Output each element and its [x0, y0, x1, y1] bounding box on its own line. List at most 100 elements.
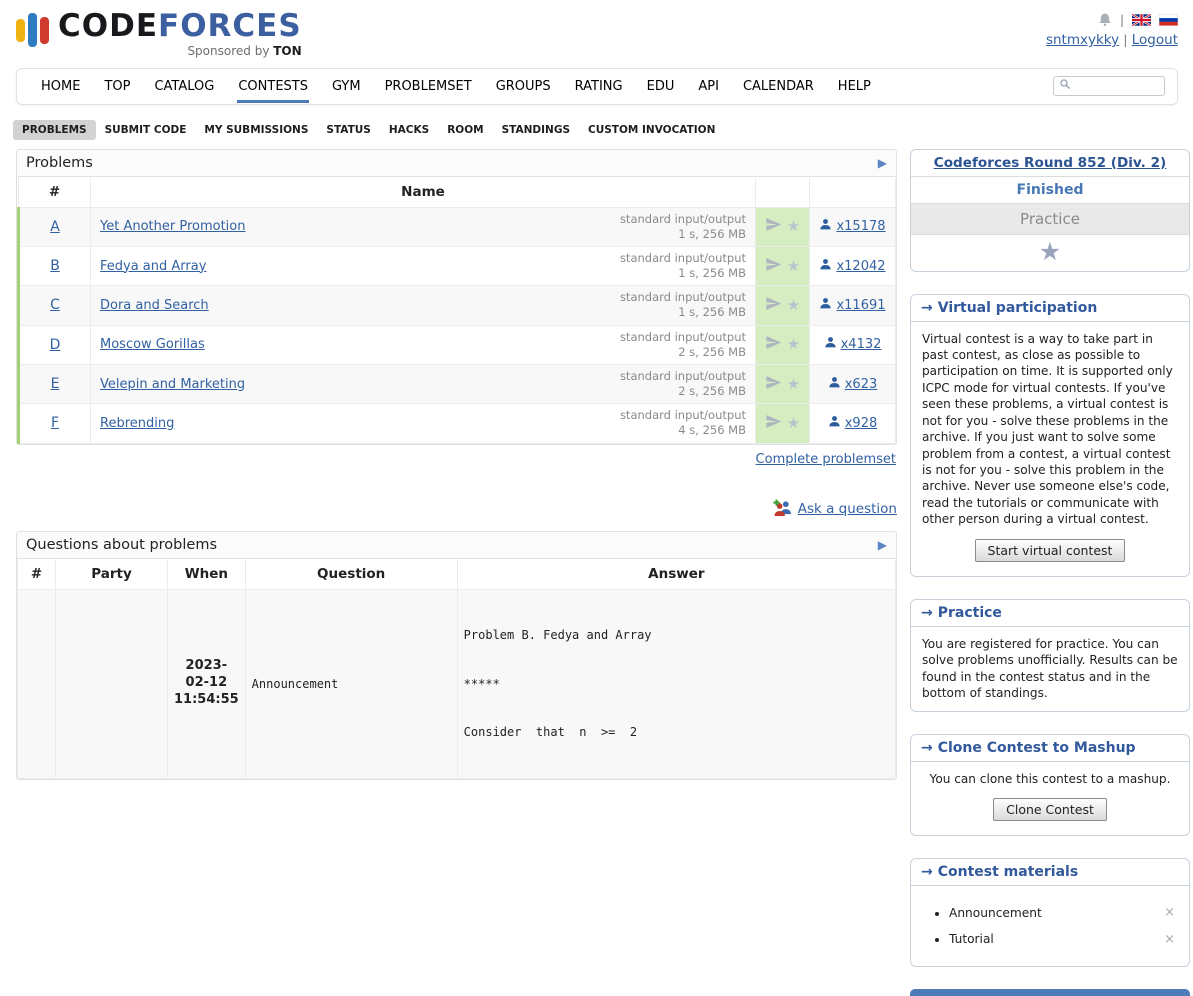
problem-name-link[interactable]: Rebrending	[100, 416, 174, 431]
nav-item-calendar[interactable]: CALENDAR	[731, 70, 826, 103]
contest-info-box: Codeforces Round 852 (Div. 2) Finished P…	[910, 149, 1190, 272]
start-virtual-contest-button[interactable]: Start virtual contest	[975, 539, 1126, 562]
notification-bell-icon[interactable]	[1098, 12, 1112, 27]
paper-plane-icon[interactable]	[765, 295, 782, 316]
solved-count-link[interactable]: x15178	[819, 218, 885, 235]
favorite-star-icon[interactable]: ★	[787, 298, 800, 313]
solved-count-link[interactable]: x928	[828, 415, 878, 432]
subnav-item-room[interactable]: ROOM	[438, 120, 492, 140]
logo-text: CODEFORCES Sponsored by TON	[58, 10, 302, 58]
paper-plane-icon[interactable]	[765, 334, 782, 355]
person-icon	[819, 297, 832, 314]
clone-button-row: Clone Contest	[922, 798, 1178, 821]
arrow-right-icon: →	[921, 864, 933, 880]
header-separator: |	[1120, 13, 1124, 27]
io-type-label: standard input/output	[620, 369, 746, 384]
person-icon	[824, 336, 837, 353]
solved-count-link[interactable]: x12042	[819, 258, 885, 275]
contest-status-label: Finished	[911, 176, 1189, 203]
nav-item-gym[interactable]: GYM	[320, 70, 373, 103]
limits-label: 1 s, 256 MB	[620, 305, 746, 320]
nav-item-top[interactable]: TOP	[92, 70, 142, 103]
next-section-peek-bar	[910, 989, 1190, 996]
expand-arrow-icon[interactable]: ▶	[878, 156, 887, 170]
solved-count-text: x928	[845, 416, 878, 431]
paper-plane-icon[interactable]	[765, 216, 782, 237]
problem-name-link[interactable]: Fedya and Array	[100, 259, 206, 274]
problems-caption: Problems	[26, 155, 93, 171]
paper-plane-icon[interactable]	[765, 374, 782, 395]
nav-item-contests[interactable]: CONTESTS	[226, 70, 320, 103]
problem-index-link[interactable]: E	[51, 376, 60, 392]
clone-contest-button[interactable]: Clone Contest	[993, 798, 1107, 821]
nav-item-contests-label: CONTESTS	[237, 70, 309, 103]
material-item-tutorial: Tutorial ×	[949, 931, 1178, 949]
favorite-star-icon[interactable]: ★	[787, 219, 800, 234]
problem-name-link[interactable]: Moscow Gorillas	[100, 337, 205, 352]
nav-item-groups-label: GROUPS	[495, 70, 552, 103]
nav-item-rating[interactable]: RATING	[563, 70, 635, 103]
top-header: CODEFORCES Sponsored by TON |	[0, 0, 1193, 62]
subnav-item-standings[interactable]: STANDINGS	[493, 120, 579, 140]
nav-item-home[interactable]: HOME	[29, 70, 92, 103]
expand-arrow-icon[interactable]: ▶	[878, 538, 887, 552]
contest-title-link[interactable]: Codeforces Round 852 (Div. 2)	[934, 155, 1167, 171]
questions-caption-bar: Questions about problems ▶	[17, 532, 896, 558]
favorite-star-icon[interactable]: ★	[787, 377, 800, 392]
logout-link[interactable]: Logout	[1132, 32, 1178, 48]
nav-item-groups[interactable]: GROUPS	[484, 70, 563, 103]
materials-list: Announcement × Tutorial ×	[922, 904, 1178, 948]
problem-name-link[interactable]: Velepin and Marketing	[100, 377, 245, 392]
nav-item-catalog[interactable]: CATALOG	[142, 70, 226, 103]
codeforces-logo[interactable]: CODEFORCES Sponsored by TON	[16, 10, 302, 58]
problem-index-link[interactable]: C	[50, 297, 60, 313]
solved-count-link[interactable]: x4132	[824, 336, 882, 353]
problem-name-link[interactable]: Yet Another Promotion	[100, 219, 245, 234]
user-separator: |	[1123, 33, 1127, 47]
search-box[interactable]	[1053, 76, 1165, 96]
nav-item-problemset[interactable]: PROBLEMSET	[373, 70, 484, 103]
subnav-item-my-submissions[interactable]: MY SUBMISSIONS	[195, 120, 317, 140]
close-icon[interactable]: ×	[1164, 904, 1175, 922]
clone-mashup-header: →Clone Contest to Mashup	[911, 735, 1189, 762]
subnav-item-custom-invocation[interactable]: CUSTOM INVOCATION	[579, 120, 724, 140]
problem-index-link[interactable]: B	[50, 258, 60, 274]
nav-item-edu[interactable]: EDU	[635, 70, 687, 103]
questions-col-number: #	[18, 558, 56, 589]
solved-count-link[interactable]: x11691	[819, 297, 885, 314]
favorite-star-icon[interactable]: ★	[787, 416, 800, 431]
close-icon[interactable]: ×	[1164, 931, 1175, 949]
subnav-item-problems[interactable]: PROBLEMS	[13, 120, 96, 140]
nav-item-help[interactable]: HELP	[826, 70, 883, 103]
answer-line: Problem B. Fedya and Array	[464, 627, 889, 643]
favorite-star-icon[interactable]: ★	[1039, 237, 1061, 266]
ask-question-link[interactable]: Ask a question	[798, 501, 897, 517]
nav-item-api[interactable]: API	[686, 70, 731, 103]
complete-problemset-link[interactable]: Complete problemset	[756, 452, 896, 467]
favorite-star-icon[interactable]: ★	[787, 337, 800, 352]
problem-index-link[interactable]: A	[50, 219, 60, 235]
subnav-item-status[interactable]: STATUS	[317, 120, 379, 140]
complete-problemset-row: Complete problemset	[16, 452, 896, 467]
solved-count-text: x15178	[836, 219, 885, 234]
search-input[interactable]	[1075, 78, 1159, 94]
material-item-announcement: Announcement ×	[949, 904, 1178, 922]
problem-index-link[interactable]: F	[51, 415, 59, 431]
english-flag-icon[interactable]	[1132, 14, 1151, 26]
problem-index-link[interactable]: D	[50, 337, 61, 353]
questions-header-row: # Party When Question Answer	[18, 558, 896, 589]
questions-col-party: Party	[56, 558, 168, 589]
main-navigation: HOME TOP CATALOG CONTESTS GYM PROBLEMSET…	[16, 68, 1178, 105]
subnav-item-submit-code[interactable]: SUBMIT CODE	[96, 120, 196, 140]
material-tutorial-link[interactable]: Tutorial	[949, 931, 994, 948]
problem-name-link[interactable]: Dora and Search	[100, 298, 209, 313]
paper-plane-icon[interactable]	[765, 256, 782, 277]
username-link[interactable]: sntmxykky	[1046, 32, 1119, 48]
russian-flag-icon[interactable]	[1159, 14, 1178, 26]
question-answer-cell: Problem B. Fedya and Array ***** Conside…	[457, 589, 895, 778]
material-announcement-link[interactable]: Announcement	[949, 905, 1042, 922]
paper-plane-icon[interactable]	[765, 413, 782, 434]
subnav-item-hacks[interactable]: HACKS	[380, 120, 438, 140]
favorite-star-icon[interactable]: ★	[787, 259, 800, 274]
solved-count-link[interactable]: x623	[828, 376, 878, 393]
